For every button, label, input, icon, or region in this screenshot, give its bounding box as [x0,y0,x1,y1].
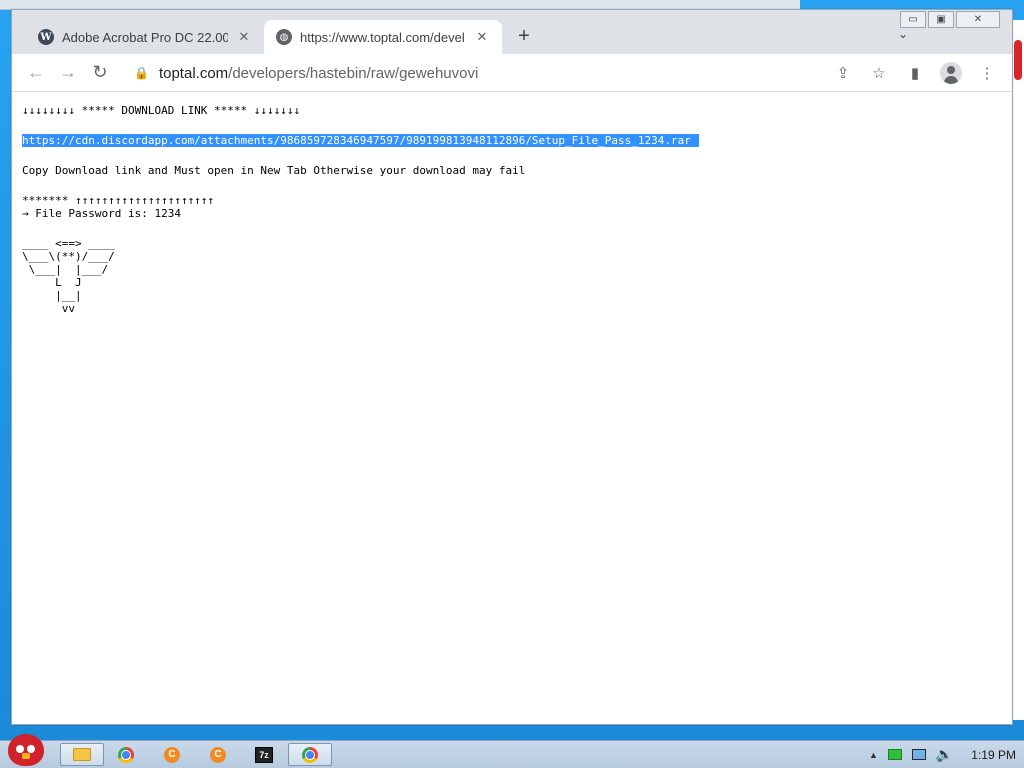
window-controls: ▭ ▣ ✕ [900,11,1000,28]
wordpress-icon: W [38,29,54,45]
network-icon[interactable] [911,749,926,760]
taskbar: C C 7z ▲ 🔈 1:19 PM [0,734,1024,768]
minimize-button[interactable]: ▭ [900,11,926,28]
lock-icon[interactable]: 🔒 [134,66,149,80]
folder-icon [73,748,91,761]
password-line: → File Password is: 1234 [22,207,181,220]
chrome-icon [302,746,318,763]
ascii-art: ____ <==> ____ \___\(**)/___/ \___| |___… [22,237,115,315]
volume-icon[interactable]: 🔈 [936,746,953,763]
tab-adobe-acrobat[interactable]: W Adobe Acrobat Pro DC 22.001 ✕ [26,20,264,54]
menu-icon[interactable]: ⋮ [972,58,1002,88]
ccleaner-icon: C [164,746,180,763]
instruction-text: Copy Download link and Must open in New … [22,164,526,177]
tab-title: Adobe Acrobat Pro DC 22.001 [62,29,228,45]
taskbar-chrome[interactable] [104,743,148,766]
url-path: /developers/hastebin/raw/gewehuvovi [228,64,479,82]
show-hidden-icons[interactable]: ▲ [869,750,878,760]
system-tray: ▲ 🔈 1:19 PM [869,741,1016,768]
browser-toolbar: ← → ↻ 🔒 toptal.com/developers/hastebin/r… [12,54,1012,92]
angry-bird-start-icon [8,734,44,766]
globe-icon: ◍ [276,29,292,45]
new-tab-button[interactable]: + [512,24,536,48]
download-header: ↓↓↓↓↓↓↓↓ ***** DOWNLOAD LINK ***** ↓↓↓↓↓… [22,104,301,117]
tab-toptal[interactable]: ◍ https://www.toptal.com/devel ✕ [264,20,502,54]
side-panel-icon[interactable]: ▮ [900,58,930,88]
tab-title: https://www.toptal.com/devel [300,29,465,45]
tab-strip: W Adobe Acrobat Pro DC 22.001 ✕ ◍ https:… [12,10,1012,54]
bookmark-star-icon[interactable]: ☆ [864,58,894,88]
share-icon[interactable]: ⇪ [828,58,858,88]
profile-button[interactable] [936,58,966,88]
toolbar-actions: ⇪ ☆ ▮ ⋮ [828,58,1002,88]
taskbar-7zip[interactable]: 7z [242,743,286,766]
taskbar-chrome-active[interactable] [288,743,332,766]
taskbar-ccleaner-1[interactable]: C [150,743,194,766]
taskbar-ccleaner-2[interactable]: C [196,743,240,766]
avatar-icon [940,62,962,84]
close-tab-icon[interactable]: ✕ [474,29,490,45]
wallpaper-decoration-right [1012,20,1024,720]
tab-search-icon[interactable]: ⌄ [898,27,908,41]
close-tab-icon[interactable]: ✕ [236,29,252,45]
url-host: toptal.com [158,64,229,82]
forward-button[interactable]: → [52,58,84,88]
page-content: ↓↓↓↓↓↓↓↓ ***** DOWNLOAD LINK ***** ↓↓↓↓↓… [12,92,1012,724]
back-button[interactable]: ← [20,58,52,88]
address-bar[interactable]: 🔒 toptal.com/developers/hastebin/raw/gew… [124,58,830,88]
maximize-button[interactable]: ▣ [928,11,954,28]
url-text: toptal.com/developers/hastebin/raw/geweh… [159,65,478,82]
arrows-line: ******* ↑↑↑↑↑↑↑↑↑↑↑↑↑↑↑↑↑↑↑↑↑ [22,194,215,207]
browser-window: W Adobe Acrobat Pro DC 22.001 ✕ ◍ https:… [11,9,1013,725]
7zip-icon: 7z [255,746,273,763]
start-button[interactable] [2,730,50,768]
taskbar-explorer[interactable] [60,743,104,766]
ccleaner-icon: C [210,746,226,763]
chrome-icon [118,746,134,763]
battery-icon[interactable] [887,749,902,760]
download-link[interactable]: https://cdn.discordapp.com/attachments/9… [22,134,699,147]
close-window-button[interactable]: ✕ [956,11,1000,28]
clock[interactable]: 1:19 PM [963,748,1016,762]
reload-button[interactable]: ↻ [84,58,116,88]
